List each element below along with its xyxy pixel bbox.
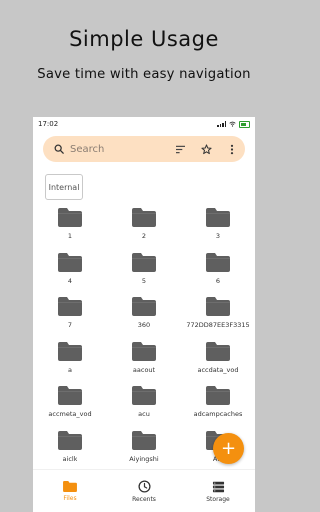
folder-name: 2 [141, 232, 147, 240]
search-bar[interactable]: Search [43, 136, 245, 162]
sort-icon[interactable] [167, 136, 193, 162]
folder-name: 7 [67, 321, 73, 329]
folder-name: aiclk [62, 454, 78, 463]
folder-name: aacout [132, 365, 156, 374]
status-bar: 17:02 [33, 117, 255, 131]
folder-name: 6 [215, 276, 221, 285]
folder-icon [58, 341, 82, 361]
clock-icon [137, 480, 151, 493]
signal-icon [217, 121, 226, 127]
add-button[interactable]: + [213, 433, 244, 464]
folder-icon [58, 208, 82, 227]
nav-recents-label: Recents [132, 496, 156, 503]
folder-item[interactable]: accmeta_vod [33, 386, 107, 431]
folder-item[interactable]: 5 [107, 252, 181, 298]
folder-name: 360 [137, 321, 151, 329]
folder-icon [206, 297, 230, 316]
folder-icon [132, 341, 156, 361]
status-icons [217, 120, 250, 128]
folder-name: acu [138, 410, 150, 418]
bottom-navigation: Files Recents Storage [33, 469, 255, 512]
folder-item[interactable]: aacout [107, 341, 181, 387]
folder-name: accmeta_vod [48, 410, 92, 418]
nav-storage[interactable]: Storage [181, 470, 255, 512]
folder-icon [58, 297, 82, 316]
folder-icon [132, 386, 156, 405]
battery-icon [239, 120, 250, 128]
promo-headline: Simple Usage [69, 27, 219, 51]
wifi-icon [229, 121, 236, 127]
star-icon[interactable] [193, 136, 219, 162]
folder-name: 772DD87EE3F3315 [186, 321, 250, 329]
folder-item[interactable]: 3 [181, 208, 255, 253]
nav-files-label: Files [63, 495, 77, 502]
folder-name: 1 [67, 232, 73, 240]
folder-icon [58, 386, 82, 405]
folder-item[interactable]: 360 [107, 297, 181, 342]
folder-item[interactable]: accdata_vod [181, 341, 255, 387]
folder-name: 4 [67, 276, 73, 285]
folder-item[interactable]: adcampcaches [181, 386, 255, 431]
folder-name: 5 [141, 276, 147, 285]
folder-icon [132, 430, 156, 450]
more-options-icon[interactable] [219, 136, 245, 162]
folder-item[interactable]: acu [107, 386, 181, 431]
folder-icon [206, 341, 230, 361]
nav-files[interactable]: Files [33, 470, 107, 512]
folder-item[interactable]: 6 [181, 252, 255, 298]
folder-name: 3 [215, 232, 221, 240]
folder-name: accdata_vod [197, 365, 239, 374]
folder-icon [58, 430, 82, 450]
folder-icon [63, 481, 77, 492]
folder-item[interactable]: 772DD87EE3F3315 [181, 297, 255, 342]
folder-name: Aiyingshi [129, 454, 159, 463]
nav-storage-label: Storage [206, 495, 230, 503]
folder-item[interactable]: 1 [33, 208, 107, 253]
folder-item[interactable]: 2 [107, 208, 181, 253]
phone-screen: 17:02 Search Internal 1 2 3 4 5 6 7 360 772DD87E… [33, 117, 255, 512]
folder-name: adcampcaches [193, 410, 243, 418]
status-time: 17:02 [38, 120, 59, 128]
folder-item[interactable]: a [33, 341, 107, 387]
folder-icon [132, 297, 156, 316]
folder-item[interactable]: 7 [33, 297, 107, 342]
storage-icon [212, 481, 224, 492]
folder-item[interactable]: 4 [33, 252, 107, 298]
search-icon[interactable] [48, 136, 70, 162]
promo-subline: Save time with easy navigation [37, 67, 251, 82]
storage-chip-internal[interactable]: Internal [45, 174, 83, 200]
nav-recents[interactable]: Recents [107, 470, 181, 512]
search-input[interactable]: Search [70, 144, 167, 155]
folder-name: a [68, 365, 72, 374]
folder-icon [206, 252, 230, 272]
folder-icon [132, 252, 156, 272]
folder-icon [58, 252, 82, 272]
folder-icon [206, 208, 230, 227]
folder-icon [206, 386, 230, 405]
folder-icon [132, 208, 156, 227]
